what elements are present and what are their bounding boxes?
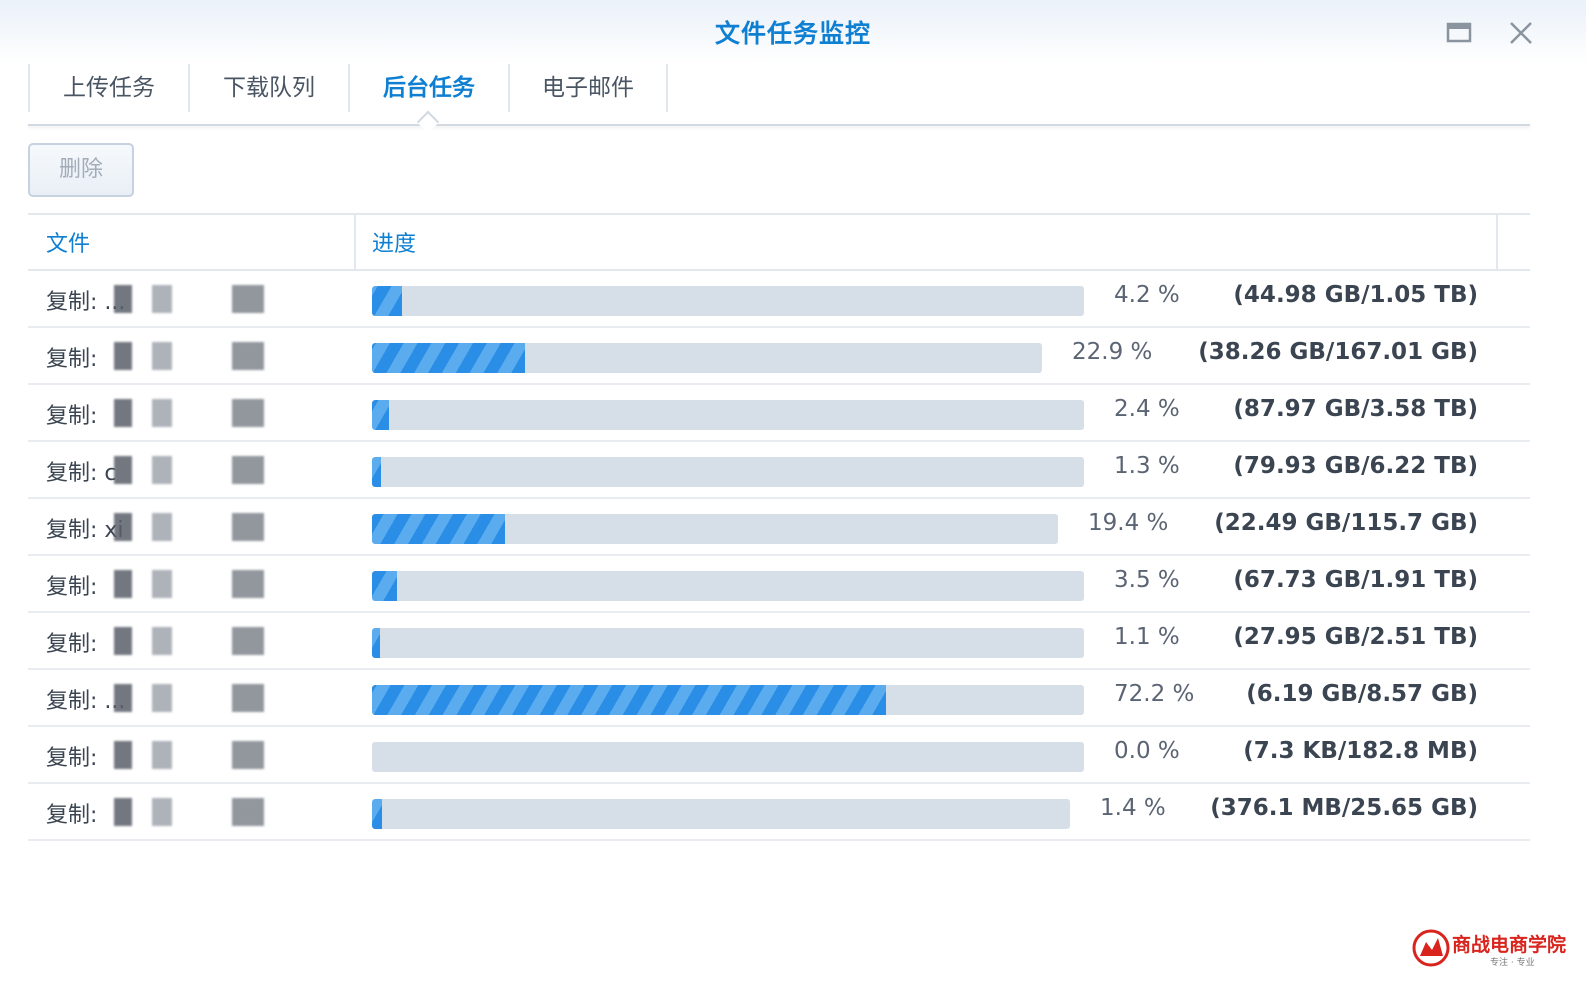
file-name: 复制: — [46, 746, 98, 771]
progress-percent: 3.5 % — [1114, 567, 1180, 593]
progress-bar-fill — [372, 799, 382, 829]
progress-percent: 22.9 % — [1072, 339, 1153, 365]
file-task-monitor-window: 文件任务监控 上传任务 下载队列 后台任务 电子邮件 删除 文件 进度 复制: … — [0, 0, 1586, 984]
watermark-subtext: 专注 · 专业 — [1490, 958, 1535, 968]
table-row[interactable]: 复制: 22.9 % (38.26 GB/167.01 GB) — [28, 328, 1530, 385]
file-name: 复制: — [46, 632, 98, 657]
redacted-filename-mosaic — [114, 456, 324, 484]
table-row[interactable]: 复制: ... 4.2 % (44.98 GB/1.05 TB) — [28, 271, 1530, 328]
progress-bar-fill — [372, 628, 380, 658]
transfer-size: (38.26 GB/167.01 GB) — [1198, 339, 1478, 365]
redacted-filename-mosaic — [114, 627, 324, 655]
progress-bar — [372, 799, 1070, 829]
progress-bar — [372, 628, 1084, 658]
transfer-size: (67.73 GB/1.91 TB) — [1233, 567, 1478, 593]
progress-bar-fill — [372, 457, 381, 487]
progress-percent: 2.4 % — [1114, 396, 1180, 422]
table-row[interactable]: 复制: 0.0 % (7.3 KB/182.8 MB) — [28, 727, 1530, 784]
progress-bar — [372, 343, 1042, 373]
progress-percent: 72.2 % — [1114, 681, 1195, 707]
redacted-filename-mosaic — [114, 741, 324, 769]
transfer-size: (6.19 GB/8.57 GB) — [1246, 681, 1478, 707]
window-title: 文件任务监控 — [714, 19, 871, 48]
redacted-filename-mosaic — [114, 399, 324, 427]
table-row[interactable]: 复制: xi 19.4 % (22.49 GB/115.7 GB) — [28, 499, 1530, 556]
progress-percent: 4.2 % — [1114, 282, 1180, 308]
transfer-size: (27.95 GB/2.51 TB) — [1233, 624, 1478, 650]
redacted-filename-mosaic — [114, 513, 324, 541]
progress-percent: 1.3 % — [1114, 453, 1180, 479]
task-table: 文件 进度 复制: ... 4.2 % (44.98 GB/1.05 TB) 复制: … — [28, 213, 1530, 841]
transfer-size: (376.1 MB/25.65 GB) — [1210, 795, 1478, 821]
table-body: 复制: ... 4.2 % (44.98 GB/1.05 TB) 复制: 22.9 %… — [28, 271, 1530, 841]
redacted-filename-mosaic — [114, 684, 324, 712]
file-name: 复制: — [46, 803, 98, 828]
progress-bar — [372, 685, 1084, 715]
progress-bar — [372, 514, 1058, 544]
tab-upload[interactable]: 上传任务 — [28, 64, 188, 112]
tab-email[interactable]: 电子邮件 — [508, 64, 668, 112]
progress-bar-fill — [372, 286, 402, 316]
progress-bar — [372, 400, 1084, 430]
column-header-progress[interactable]: 进度 — [372, 226, 416, 258]
progress-bar — [372, 457, 1084, 487]
progress-bar-fill — [372, 571, 397, 601]
file-name: 复制: — [46, 404, 98, 429]
progress-percent: 0.0 % — [1114, 738, 1180, 764]
transfer-size: (44.98 GB/1.05 TB) — [1233, 282, 1478, 308]
tab-bar: 上传任务 下载队列 后台任务 电子邮件 — [28, 64, 668, 124]
watermark-text: 商战电商学院 — [1452, 934, 1567, 956]
transfer-size: (79.93 GB/6.22 TB) — [1233, 453, 1478, 479]
table-row[interactable]: 复制: c 1.3 % (79.93 GB/6.22 TB) — [28, 442, 1530, 499]
title-bar: 文件任务监控 — [0, 0, 1586, 64]
table-row[interactable]: 复制: 1.1 % (27.95 GB/2.51 TB) — [28, 613, 1530, 670]
redacted-filename-mosaic — [114, 285, 324, 313]
column-divider[interactable] — [354, 215, 356, 269]
close-icon[interactable] — [1506, 18, 1536, 48]
watermark-logo: 商战电商学院 专注 · 专业 — [1412, 928, 1568, 972]
redacted-filename-mosaic — [114, 798, 324, 826]
maximize-icon[interactable] — [1444, 18, 1474, 48]
transfer-size: (22.49 GB/115.7 GB) — [1214, 510, 1478, 536]
progress-bar — [372, 286, 1084, 316]
tab-background-tasks[interactable]: 后台任务 — [348, 64, 508, 112]
progress-percent: 1.4 % — [1100, 795, 1166, 821]
progress-bar-fill — [372, 400, 389, 430]
progress-percent: 19.4 % — [1088, 510, 1169, 536]
file-name: 复制: c — [46, 461, 117, 486]
tab-download-queue[interactable]: 下载队列 — [188, 64, 348, 112]
table-row[interactable]: 复制: ... 72.2 % (6.19 GB/8.57 GB) — [28, 670, 1530, 727]
table-header: 文件 进度 — [28, 213, 1530, 271]
progress-bar-fill — [372, 514, 505, 544]
file-name: 复制: xi — [46, 518, 124, 543]
transfer-size: (7.3 KB/182.8 MB) — [1243, 738, 1478, 764]
progress-bar-fill — [372, 343, 525, 373]
tab-divider — [28, 124, 1530, 126]
progress-percent: 1.1 % — [1114, 624, 1180, 650]
delete-button[interactable]: 删除 — [28, 143, 134, 197]
transfer-size: (87.97 GB/3.58 TB) — [1233, 396, 1478, 422]
file-name: 复制: — [46, 347, 98, 372]
progress-bar — [372, 742, 1084, 772]
progress-bar-fill — [372, 685, 886, 715]
redacted-filename-mosaic — [114, 342, 324, 370]
table-row[interactable]: 复制: 2.4 % (87.97 GB/3.58 TB) — [28, 385, 1530, 442]
progress-bar — [372, 571, 1084, 601]
file-name: 复制: — [46, 575, 98, 600]
watermark-emblem-icon — [1412, 929, 1450, 967]
redacted-filename-mosaic — [114, 570, 324, 598]
column-divider[interactable] — [1496, 215, 1498, 269]
table-row[interactable]: 复制: 3.5 % (67.73 GB/1.91 TB) — [28, 556, 1530, 613]
table-row[interactable]: 复制: 1.4 % (376.1 MB/25.65 GB) — [28, 784, 1530, 841]
column-header-file[interactable]: 文件 — [46, 226, 90, 258]
